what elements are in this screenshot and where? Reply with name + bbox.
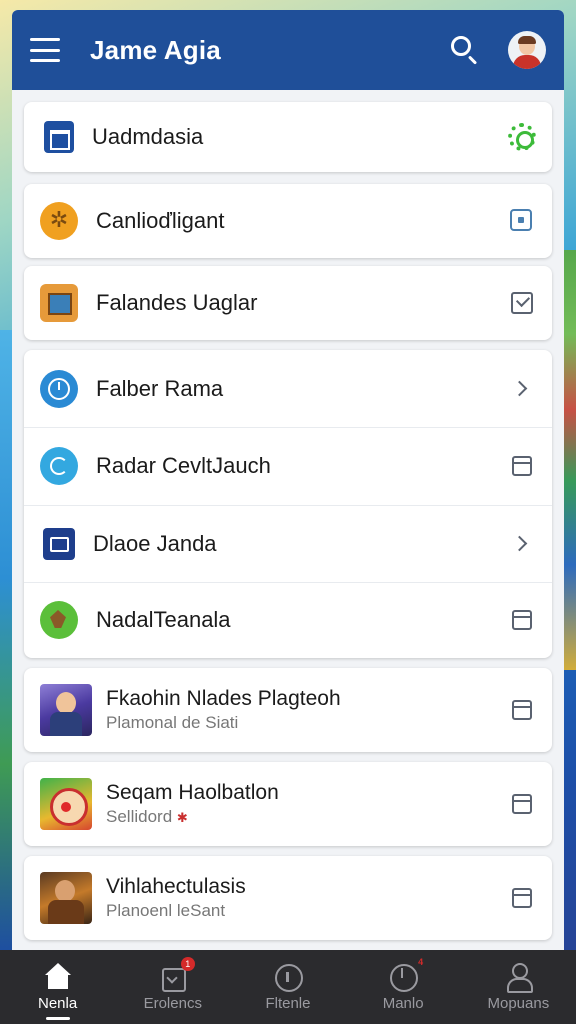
media-item-title: Fkaohin Nlades Plagteoh (106, 687, 341, 710)
media-item-subtitle-text: Sellidord (106, 806, 173, 826)
nav-item-orders[interactable]: 1 Erolencs (118, 956, 228, 1012)
list-item[interactable]: Fkaohin Nlades Plagteoh Plamonal de Siat… (24, 668, 552, 752)
archive-icon[interactable] (510, 886, 534, 910)
window-icon (43, 527, 75, 560)
warrior-thumbnail (40, 872, 92, 924)
search-icon[interactable] (448, 33, 482, 67)
nav-label: Mopuans (487, 994, 550, 1012)
nav-item-info[interactable]: Fltenle (233, 963, 343, 1012)
info-circle-icon (274, 963, 303, 992)
home-icon (44, 962, 72, 991)
list-item[interactable]: Falandes Uaglar (24, 266, 552, 340)
list-item[interactable]: Radar CevltJauch (24, 427, 552, 505)
box-icon (40, 284, 78, 322)
list-item-label: Uadmdasia (92, 124, 204, 149)
list-item[interactable]: Uadmdasia (24, 102, 552, 172)
archive-icon[interactable] (510, 792, 534, 816)
media-card[interactable]: Fkaohin Nlades Plagteoh Plamonal de Siat… (24, 668, 552, 752)
nav-label: Erolencs (143, 994, 202, 1012)
archive-icon[interactable] (510, 698, 534, 722)
bottom-navigation: Nenla 1 Erolencs Fltenle 4 Manlo Mopuans (0, 950, 576, 1024)
list-item[interactable]: Falber Rama (24, 350, 552, 427)
app-title: Jame Agia (90, 34, 221, 65)
list-item[interactable]: Vihlahectulasis Planoenl leSant (24, 856, 552, 940)
list-item[interactable]: Seqam Haolbatlon Sellidord ✱ (24, 762, 552, 846)
media-item-texts: Vihlahectulasis Planoenl leSant (106, 874, 510, 922)
list-item-label: Canlioďligant (96, 208, 225, 233)
app-bar: Jame Agia (12, 10, 564, 90)
nav-label: Fltenle (265, 994, 311, 1012)
gauge-icon: 4 (389, 957, 423, 992)
record-icon[interactable] (510, 209, 534, 233)
list-card[interactable]: Falandes Uaglar (24, 266, 552, 340)
list-item-label: Falandes Uaglar (96, 290, 258, 315)
list-item-label: Radar CevltJauch (96, 453, 271, 478)
notification-badge: 1 (180, 956, 195, 971)
list-item[interactable]: NadalTeanala (24, 582, 552, 658)
grouped-list-card: Falber Rama Radar CevltJauch Dlaoe Janda (24, 350, 552, 658)
map-icon (44, 121, 74, 153)
media-item-subtitle: Planoenl leSant (106, 901, 226, 920)
clock-icon (40, 369, 78, 408)
menu-icon[interactable] (30, 38, 60, 62)
list-item[interactable]: Canlioďligant (24, 184, 552, 258)
list-item-label: Dlaoe Janda (93, 530, 217, 556)
list-card[interactable]: Uadmdasia (24, 102, 552, 172)
knight-thumbnail (40, 684, 92, 736)
media-item-subtitle: Sellidord ✱ (106, 806, 510, 829)
nav-label: Manlo (382, 994, 424, 1012)
archive-icon[interactable] (510, 454, 534, 478)
nav-item-gauge[interactable]: 4 Manlo (348, 957, 458, 1012)
nav-item-profile[interactable]: Mopuans (463, 962, 573, 1012)
media-item-texts: Fkaohin Nlades Plagteoh Plamonal de Siat… (106, 686, 510, 734)
media-card[interactable]: Vihlahectulasis Planoenl leSant (24, 856, 552, 940)
media-item-texts: Seqam Haolbatlon Sellidord ✱ (106, 780, 510, 829)
nav-item-home[interactable]: Nenla (3, 962, 113, 1020)
list-card[interactable]: Canlioďligant (24, 184, 552, 258)
active-indicator (45, 1016, 70, 1020)
clown-thumbnail (40, 778, 92, 830)
leaf-icon (40, 601, 78, 639)
media-item-title: Seqam Haolbatlon (106, 780, 279, 804)
radar-icon (40, 447, 78, 485)
list-item-label: Falber Rama (96, 375, 224, 401)
secondary-mark: ✱ (176, 809, 188, 825)
avatar[interactable] (508, 31, 546, 69)
nav-label: Nenla (37, 994, 78, 1012)
chevron-right-icon[interactable] (510, 377, 534, 401)
app-window: Jame Agia Uadmdasia Canlioďligant Faland… (12, 10, 564, 950)
archive-icon[interactable] (510, 608, 534, 632)
media-card[interactable]: Seqam Haolbatlon Sellidord ✱ (24, 762, 552, 846)
list-item[interactable]: Dlaoe Janda (24, 505, 552, 582)
person-icon (504, 962, 534, 993)
bag-icon: 1 (159, 956, 195, 992)
checkbox-icon[interactable] (510, 291, 534, 315)
emblem-icon (40, 202, 78, 240)
settings-icon[interactable] (508, 123, 536, 151)
media-item-title: Vihlahectulasis (106, 875, 246, 898)
notification-badge: 4 (418, 956, 424, 967)
list-item-label: NadalTeanala (96, 607, 231, 632)
chevron-right-icon[interactable] (510, 532, 534, 556)
media-item-subtitle: Plamonal de Siati (106, 713, 239, 732)
